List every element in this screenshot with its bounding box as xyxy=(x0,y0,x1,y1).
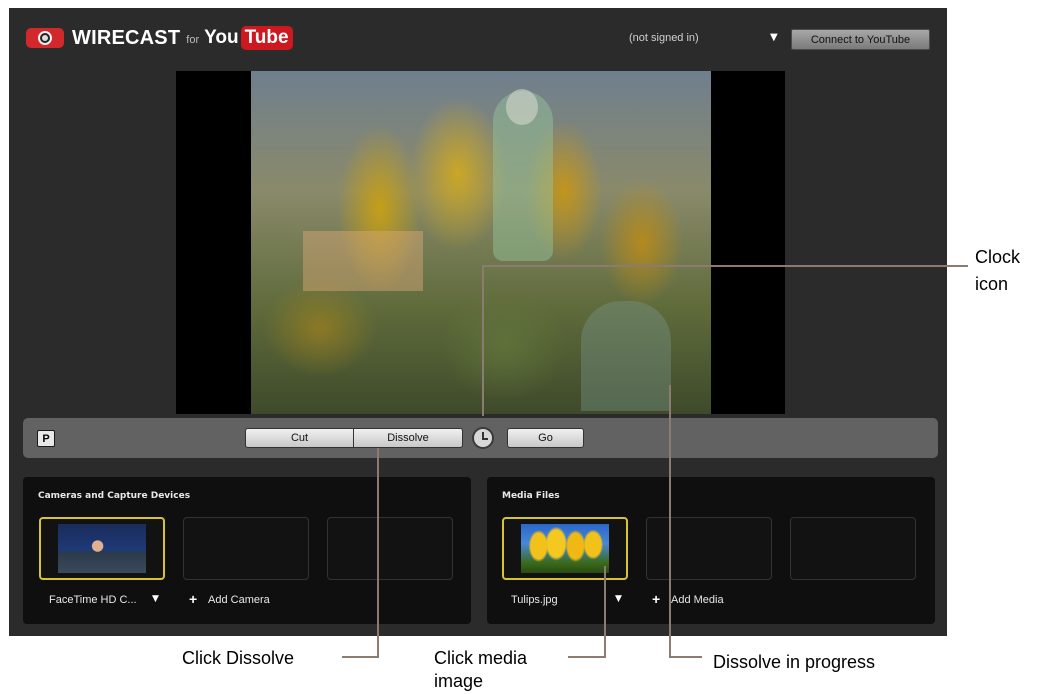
click-media-annotation-line2: image xyxy=(434,671,484,691)
media-image-callout-line xyxy=(568,566,606,658)
click-media-annotation-line1: Click media xyxy=(434,648,528,668)
click-dissolve-annotation: Click Dissolve xyxy=(182,648,295,668)
dissolve-button-callout-line xyxy=(342,448,379,658)
clock-callout-line xyxy=(482,265,968,416)
clock-annotation-line2: icon xyxy=(975,274,1009,294)
dissolve-progress-annotation: Dissolve in progress xyxy=(713,652,876,672)
clock-annotation-line1: Clock xyxy=(975,247,1021,267)
callout-lines xyxy=(342,265,968,658)
dissolve-progress-callout-line xyxy=(669,385,702,658)
